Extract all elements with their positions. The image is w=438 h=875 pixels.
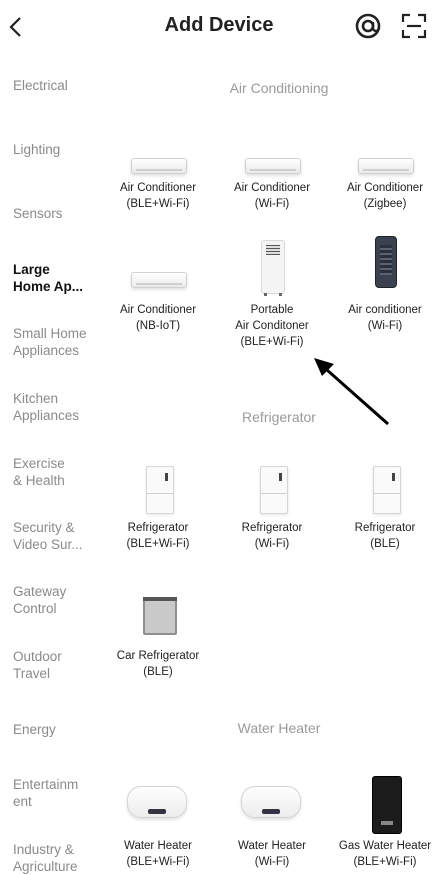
at-sign-icon[interactable]: [354, 12, 382, 40]
scan-frame-icon[interactable]: [400, 12, 428, 40]
header: Add Device: [0, 0, 438, 54]
device-refrigerator-ble-wifi[interactable]: Refrigerator (BLE+Wi-Fi): [100, 466, 216, 552]
water-heater-icon: [100, 786, 216, 838]
water-heater-icon: [214, 786, 330, 838]
device-label: Water Heater (Wi-Fi): [238, 840, 306, 868]
gas-water-heater-icon: [327, 776, 438, 838]
portable-ac-icon: [214, 240, 330, 302]
device-label: Air Conditioner (BLE+Wi-Fi): [119, 182, 197, 210]
device-label: Refrigerator (BLE+Wi-Fi): [126, 522, 190, 550]
device-air-conditioner-ble-wifi[interactable]: Air Conditioner (BLE+Wi-Fi): [100, 128, 216, 212]
air-conditioner-icon: [100, 250, 216, 302]
device-label: Car Refrigerator (BLE): [116, 650, 200, 678]
device-refrigerator-ble[interactable]: Refrigerator (BLE): [327, 466, 438, 552]
device-gas-water-heater-ble-wifi[interactable]: Gas Water Heater (BLE+Wi-Fi): [327, 776, 438, 870]
device-label: Water Heater (BLE+Wi-Fi): [124, 840, 192, 868]
device-refrigerator-wifi[interactable]: Refrigerator (Wi-Fi): [214, 466, 330, 552]
device-label: Air Conditioner (Wi-Fi): [233, 182, 311, 210]
refrigerator-icon: [327, 466, 438, 520]
refrigerator-icon: [214, 466, 330, 520]
device-air-conditioner-nb-iot[interactable]: Air Conditioner (NB-IoT): [100, 250, 216, 334]
device-label: Gas Water Heater (BLE+Wi-Fi): [338, 840, 432, 868]
pointer-arrow-icon: [314, 358, 389, 426]
sidebar-item-kitchen-appliances[interactable]: Kitchen Appliances: [13, 390, 119, 424]
air-conditioner-icon: [214, 128, 330, 180]
sidebar-item-energy[interactable]: Energy: [13, 721, 119, 738]
device-air-conditioner-wifi[interactable]: Air Conditioner (Wi-Fi): [214, 128, 330, 212]
section-title-water-heater: Water Heater: [237, 720, 321, 736]
tower-ac-icon: [327, 236, 438, 302]
device-label: Refrigerator (Wi-Fi): [241, 522, 303, 550]
device-water-heater-wifi[interactable]: Water Heater (Wi-Fi): [214, 786, 330, 870]
sidebar-item-electrical[interactable]: Electrical: [13, 77, 119, 94]
device-water-heater-ble-wifi[interactable]: Water Heater (BLE+Wi-Fi): [100, 786, 216, 870]
device-label: Refrigerator (BLE): [354, 522, 416, 550]
device-air-conditioner-tower-wifi[interactable]: Air conditioner (Wi-Fi): [327, 236, 438, 334]
air-conditioner-icon: [100, 128, 216, 180]
device-air-conditioner-zigbee[interactable]: Air Conditioner (Zigbee): [327, 128, 438, 212]
refrigerator-icon: [100, 466, 216, 520]
car-refrigerator-icon: [100, 597, 216, 648]
device-label: Air Conditioner (NB-IoT): [119, 304, 197, 332]
device-portable-air-conditioner[interactable]: Portable Air Conditoner (BLE+Wi-Fi): [214, 240, 330, 350]
section-title-air-conditioning: Air Conditioning: [229, 80, 329, 96]
air-conditioner-icon: [327, 128, 438, 180]
device-car-refrigerator-ble[interactable]: Car Refrigerator (BLE): [100, 597, 216, 680]
device-label: Air conditioner (Wi-Fi): [348, 304, 422, 332]
device-label: Air Conditioner (Zigbee): [346, 182, 424, 210]
device-label: Portable Air Conditoner (BLE+Wi-Fi): [235, 304, 309, 348]
